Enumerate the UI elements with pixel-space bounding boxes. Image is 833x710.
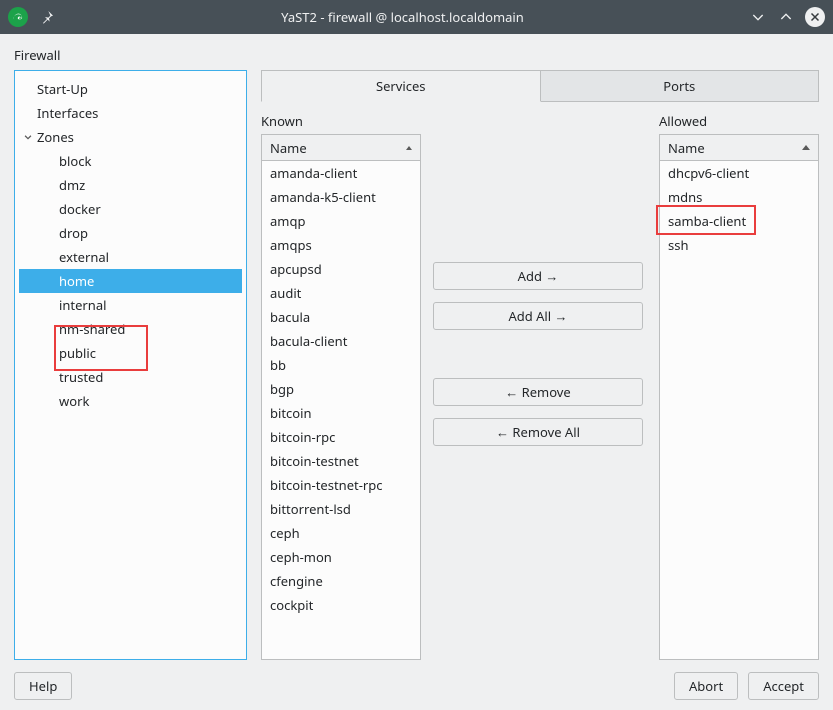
app-icon bbox=[8, 7, 28, 27]
remove-button[interactable]: ← Remove bbox=[433, 378, 643, 406]
tree-item-internal[interactable]: internal bbox=[19, 293, 242, 317]
list-item[interactable]: bitcoin bbox=[262, 401, 420, 425]
window-title: YaST2 ‑ firewall @ localhost.localdomain bbox=[56, 8, 749, 26]
titlebar: YaST2 ‑ firewall @ localhost.localdomain bbox=[0, 0, 833, 34]
minimize-icon[interactable] bbox=[749, 8, 767, 26]
list-item[interactable]: bacula-client bbox=[262, 329, 420, 353]
tree-item-label: Start-Up bbox=[37, 80, 94, 98]
tree-item-drop[interactable]: drop bbox=[19, 221, 242, 245]
list-item[interactable]: bittorrent-lsd bbox=[262, 497, 420, 521]
list-item[interactable]: amqp bbox=[262, 209, 420, 233]
sort-asc-icon bbox=[406, 146, 412, 150]
maximize-icon[interactable] bbox=[777, 8, 795, 26]
remove-all-button[interactable]: ← Remove All bbox=[433, 418, 643, 446]
tree-item-label: Zones bbox=[37, 128, 80, 146]
list-item[interactable]: cockpit bbox=[262, 593, 420, 617]
list-item[interactable]: samba-client bbox=[660, 209, 818, 233]
known-label: Known bbox=[261, 112, 421, 130]
add-button-label: Add → bbox=[518, 267, 559, 285]
footer: Help Abort Accept bbox=[14, 660, 819, 700]
tree-item-label: block bbox=[59, 152, 97, 170]
tree-item-label: internal bbox=[59, 296, 112, 314]
help-button-label: Help bbox=[29, 677, 57, 695]
allowed-header[interactable]: Name bbox=[660, 135, 818, 161]
tree-item-zones[interactable]: Zones bbox=[19, 125, 242, 149]
list-item[interactable]: bitcoin-rpc bbox=[262, 425, 420, 449]
tree-item-label: dmz bbox=[59, 176, 91, 194]
tab-ports[interactable]: Ports bbox=[541, 70, 820, 102]
tree-item-external[interactable]: external bbox=[19, 245, 242, 269]
tree-item-label: work bbox=[59, 392, 95, 410]
help-button[interactable]: Help bbox=[14, 672, 72, 700]
list-item[interactable]: cfengine bbox=[262, 569, 420, 593]
allowed-header-label: Name bbox=[668, 139, 705, 157]
tree-item-nm-shared[interactable]: nm-shared bbox=[19, 317, 242, 341]
list-item[interactable]: apcupsd bbox=[262, 257, 420, 281]
add-all-button[interactable]: Add All → bbox=[433, 302, 643, 330]
tree-item-start-up[interactable]: Start-Up bbox=[19, 77, 242, 101]
list-item[interactable]: amanda-client bbox=[262, 161, 420, 185]
list-item[interactable]: bitcoin-testnet bbox=[262, 449, 420, 473]
page-title: Firewall bbox=[14, 46, 819, 64]
list-item[interactable]: bgp bbox=[262, 377, 420, 401]
known-services-list[interactable]: Name amanda-clientamanda-k5-clientamqpam… bbox=[262, 135, 420, 659]
list-item[interactable]: bitcoin-testnet-rpc bbox=[262, 473, 420, 497]
abort-button-label: Abort bbox=[689, 677, 723, 695]
tree-item-interfaces[interactable]: Interfaces bbox=[19, 101, 242, 125]
abort-button[interactable]: Abort bbox=[674, 672, 738, 700]
tree-item-home[interactable]: home bbox=[19, 269, 242, 293]
tree-item-public[interactable]: public bbox=[19, 341, 242, 365]
tab-services[interactable]: Services bbox=[261, 70, 541, 102]
tree-item-block[interactable]: block bbox=[19, 149, 242, 173]
tree-item-work[interactable]: work bbox=[19, 389, 242, 413]
remove-all-button-label: ← Remove All bbox=[496, 423, 580, 441]
allowed-label: Allowed bbox=[659, 112, 819, 130]
tree-item-dmz[interactable]: dmz bbox=[19, 173, 242, 197]
list-item[interactable]: ceph-mon bbox=[262, 545, 420, 569]
tab-ports-label: Ports bbox=[663, 77, 695, 95]
known-header-label: Name bbox=[270, 139, 307, 157]
tree-item-label: trusted bbox=[59, 368, 109, 386]
pin-icon[interactable] bbox=[38, 8, 56, 26]
tree-item-docker[interactable]: docker bbox=[19, 197, 242, 221]
tree-item-label: docker bbox=[59, 200, 107, 218]
list-item[interactable]: bacula bbox=[262, 305, 420, 329]
zones-tree[interactable]: Start-Up Interfaces Zones block dmz docker dro… bbox=[14, 70, 247, 660]
list-item[interactable]: ceph bbox=[262, 521, 420, 545]
tab-services-label: Services bbox=[376, 77, 426, 95]
accept-button-label: Accept bbox=[763, 677, 804, 695]
tree-item-label: Interfaces bbox=[37, 104, 104, 122]
allowed-services-list[interactable]: Name dhcpv6-clientmdnssamba-clientssh bbox=[660, 135, 818, 659]
tree-item-label: home bbox=[59, 272, 100, 290]
remove-button-label: ← Remove bbox=[505, 383, 571, 401]
close-icon[interactable] bbox=[805, 7, 825, 27]
list-item[interactable]: audit bbox=[262, 281, 420, 305]
list-item[interactable]: dhcpv6-client bbox=[660, 161, 818, 185]
list-item[interactable]: mdns bbox=[660, 185, 818, 209]
add-all-button-label: Add All → bbox=[508, 307, 567, 325]
list-item[interactable]: bb bbox=[262, 353, 420, 377]
list-item[interactable]: amanda-k5-client bbox=[262, 185, 420, 209]
tree-item-trusted[interactable]: trusted bbox=[19, 365, 242, 389]
sort-asc-icon bbox=[802, 145, 810, 150]
known-header[interactable]: Name bbox=[262, 135, 420, 161]
tree-item-label: external bbox=[59, 248, 115, 266]
list-item[interactable]: amqps bbox=[262, 233, 420, 257]
tree-item-label: drop bbox=[59, 224, 94, 242]
tree-item-label: nm-shared bbox=[59, 320, 131, 338]
add-button[interactable]: Add → bbox=[433, 262, 643, 290]
tree-item-label: public bbox=[59, 344, 102, 362]
content-area: Firewall Start-Up Interfaces Zones block dmz… bbox=[0, 34, 833, 710]
accept-button[interactable]: Accept bbox=[748, 672, 819, 700]
tabs: Services Ports bbox=[261, 70, 819, 102]
chevron-down-icon[interactable] bbox=[21, 130, 35, 144]
list-item[interactable]: ssh bbox=[660, 233, 818, 257]
